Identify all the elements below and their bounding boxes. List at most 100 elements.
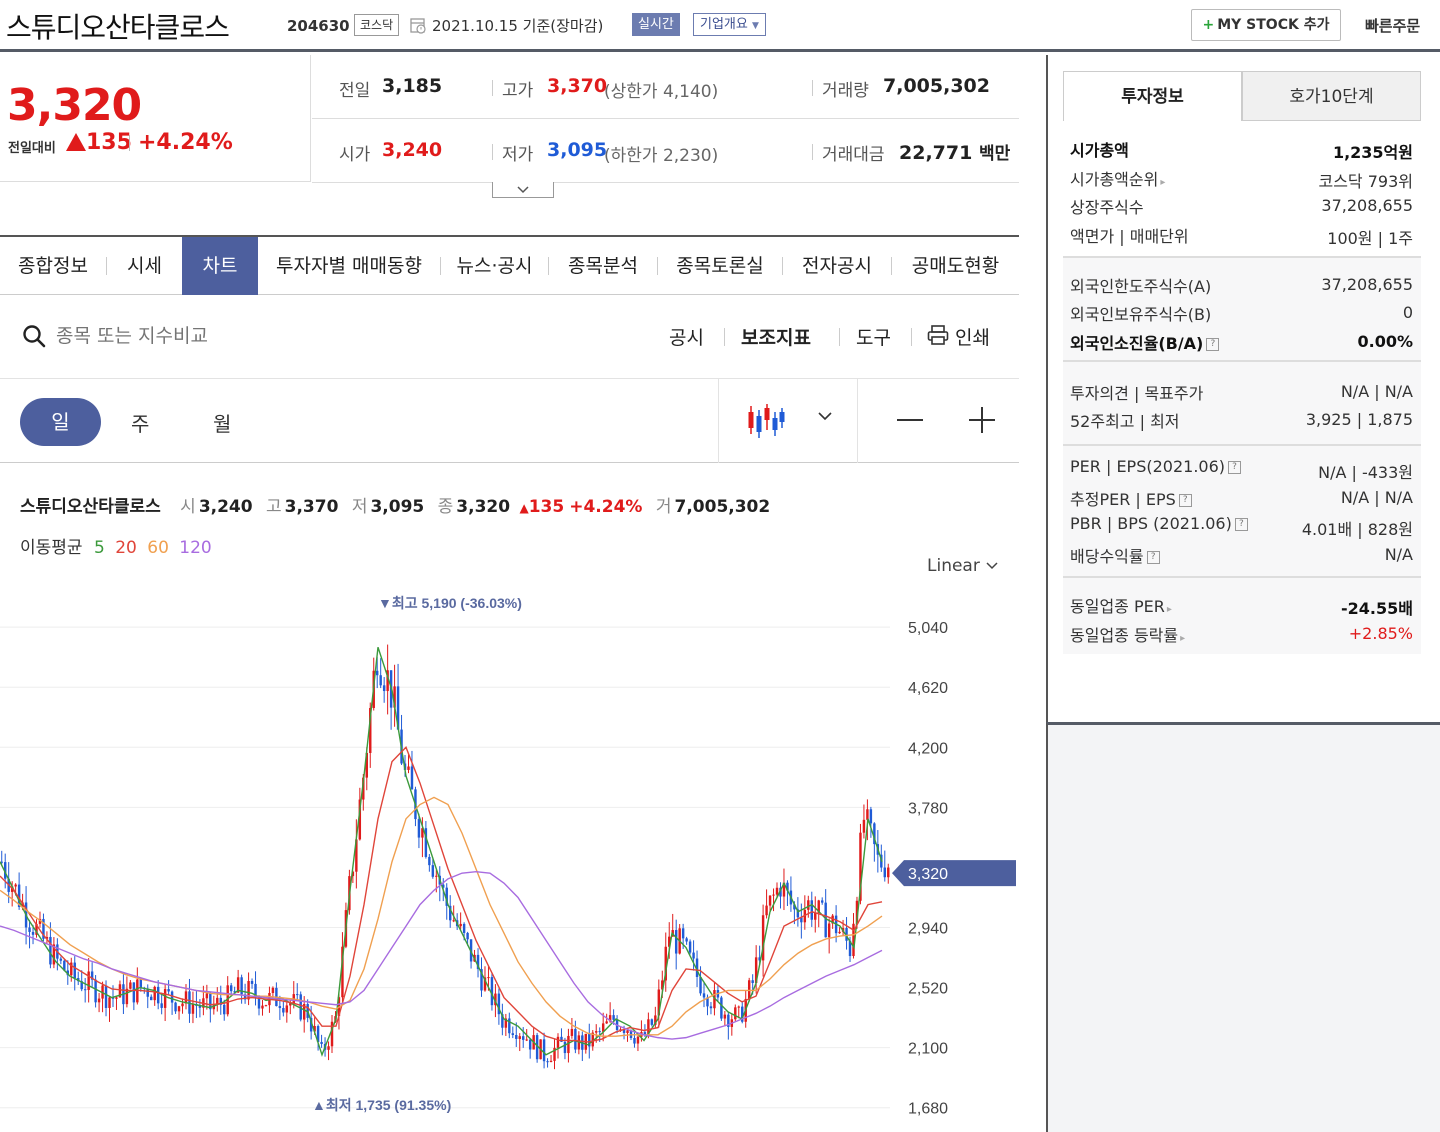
quick-order-link[interactable]: 빠른주문 bbox=[1365, 15, 1420, 36]
candle-body bbox=[167, 989, 170, 992]
chevron-down-icon bbox=[517, 186, 529, 194]
ma120-legend[interactable]: 120 bbox=[179, 538, 211, 558]
y-tick-label: 3,780 bbox=[908, 800, 948, 817]
base-date: 2021.10.15 기준(장마감) bbox=[432, 17, 604, 35]
tab-invest-info[interactable]: 투자정보 bbox=[1063, 71, 1242, 121]
zoom-in-icon[interactable] bbox=[969, 407, 995, 433]
candle-body bbox=[407, 766, 410, 770]
expand-button[interactable] bbox=[492, 182, 554, 198]
caret-down-icon: ▼ bbox=[751, 21, 759, 31]
divider bbox=[911, 328, 912, 346]
current-price: 3,320 bbox=[7, 80, 142, 131]
candle-body bbox=[737, 1006, 740, 1008]
high-annotation: ▼최고 5,190 (-36.03%) bbox=[378, 595, 522, 611]
market-cap-rank-row[interactable]: 시가총액순위 ▸ 코스닥 793위 bbox=[1070, 166, 1413, 191]
stock-name: 스튜디오산타클로스 bbox=[6, 11, 230, 44]
foreign-hold-label: 외국인보유주식수(B) bbox=[1070, 305, 1212, 324]
prev-close-value: 3,185 bbox=[382, 75, 443, 97]
indicators-button[interactable]: 보조지표 bbox=[741, 323, 811, 350]
zoom-out-icon[interactable] bbox=[897, 419, 923, 421]
scale-select[interactable]: Linear bbox=[927, 556, 980, 576]
candle-body bbox=[723, 1014, 727, 1019]
tab-overview[interactable]: 종합정보 bbox=[0, 237, 106, 295]
per-eps-row: PER | EPS(2021.06)? N/A | -433원 bbox=[1070, 457, 1413, 482]
candle-body bbox=[382, 685, 386, 692]
prev-close-label: 전일 bbox=[339, 81, 371, 101]
tab-quotes[interactable]: 시세 bbox=[107, 237, 182, 295]
divider bbox=[492, 80, 493, 96]
tab-short-selling[interactable]: 공매도현황 bbox=[892, 237, 1019, 295]
ma5-legend[interactable]: 5 bbox=[94, 538, 105, 558]
help-icon[interactable]: ? bbox=[1228, 461, 1241, 474]
change-label: 전일대비 bbox=[8, 141, 56, 156]
candle-body bbox=[431, 865, 435, 877]
candle-body bbox=[522, 1036, 525, 1040]
market-cap-label: 시가총액 bbox=[1070, 141, 1129, 160]
divider bbox=[812, 80, 813, 96]
low-label: 저 bbox=[351, 497, 368, 517]
chevron-down-icon[interactable] bbox=[985, 561, 999, 571]
high-value: 3,370 bbox=[284, 497, 339, 517]
candle-body bbox=[83, 989, 87, 991]
sector-change-row[interactable]: 동일업종 등락률 ▸ +2.85% bbox=[1070, 622, 1413, 646]
divider bbox=[312, 118, 1019, 119]
candle-body bbox=[626, 1030, 629, 1034]
period-week-button[interactable]: 주 bbox=[131, 408, 149, 437]
candle-body bbox=[518, 1036, 521, 1039]
y-tick-label: 2,940 bbox=[908, 921, 948, 938]
tab-chart[interactable]: 차트 bbox=[182, 237, 258, 295]
candlestick-icon[interactable] bbox=[747, 404, 785, 438]
stock-code: 204630 bbox=[287, 17, 350, 35]
corp-overview-button[interactable]: 기업개요 ▼ bbox=[693, 13, 766, 36]
est-per-value: N/A | N/A bbox=[1340, 488, 1413, 507]
help-icon[interactable]: ? bbox=[1234, 518, 1248, 531]
tab-disclosure[interactable]: 전자공시 bbox=[783, 237, 891, 295]
shares-value: 37,208,655 bbox=[1321, 196, 1413, 215]
candle-body bbox=[163, 989, 167, 1008]
sector-per-row[interactable]: 동일업종 PER ▸ -24.55배 bbox=[1070, 593, 1413, 618]
candle-body bbox=[156, 986, 160, 1004]
ma60-legend[interactable]: 60 bbox=[147, 538, 169, 558]
candle-body bbox=[768, 895, 772, 906]
shares-row: 상장주식수 37,208,655 bbox=[1070, 194, 1413, 218]
mystock-add-button[interactable]: + MY STOCK 추가 bbox=[1191, 9, 1341, 41]
tab-analysis[interactable]: 종목분석 bbox=[549, 237, 657, 295]
candle-body bbox=[184, 991, 188, 1004]
realtime-badge[interactable]: 실시간 bbox=[632, 13, 680, 36]
opinion-value: N/A | N/A bbox=[1340, 382, 1413, 401]
week52-row: 52주최고 | 최저 3,925 | 1,875 bbox=[1070, 408, 1413, 432]
chart-controls bbox=[0, 378, 1019, 463]
help-icon[interactable]: ? bbox=[1146, 551, 1160, 564]
candle-body bbox=[883, 867, 887, 878]
candle-body bbox=[775, 887, 779, 895]
high-label: 고가 bbox=[502, 81, 534, 101]
divider bbox=[718, 379, 719, 463]
help-icon[interactable]: ? bbox=[1206, 338, 1220, 351]
candle-body bbox=[681, 928, 685, 939]
ma20-legend[interactable]: 20 bbox=[115, 538, 137, 558]
candle-body bbox=[153, 986, 156, 1001]
market-cap-value: 1,235억원 bbox=[1332, 143, 1413, 162]
printer-icon[interactable] bbox=[927, 324, 949, 346]
chevron-down-icon[interactable] bbox=[816, 409, 834, 423]
print-button[interactable]: 인쇄 bbox=[955, 323, 990, 350]
search-input[interactable] bbox=[56, 322, 356, 350]
candle-body bbox=[556, 1036, 560, 1048]
tools-button[interactable]: 도구 bbox=[856, 323, 891, 350]
price-chart[interactable]: 1,680 2,100 2,520 2,940 3,780 4,200 4,620 5,040… bbox=[0, 580, 1019, 1132]
candle-body bbox=[734, 1007, 737, 1020]
search-icon[interactable] bbox=[22, 324, 46, 348]
disclosure-button[interactable]: 공시 bbox=[669, 323, 704, 350]
tab-news[interactable]: 뉴스·공시 bbox=[441, 237, 548, 295]
candle-body bbox=[278, 1006, 282, 1009]
period-month-button[interactable]: 월 bbox=[213, 408, 231, 437]
tab-orderbook[interactable]: 호가10단계 bbox=[1242, 71, 1421, 121]
period-day-button[interactable]: 일 bbox=[20, 398, 101, 446]
calendar-icon bbox=[410, 18, 426, 34]
tab-investor-trend[interactable]: 투자자별 매매동향 bbox=[258, 237, 440, 295]
help-icon[interactable]: ? bbox=[1178, 494, 1192, 507]
up-triangle-icon: ▲ bbox=[519, 501, 529, 515]
tab-discussion[interactable]: 종목토론실 bbox=[658, 237, 782, 295]
divider bbox=[492, 144, 493, 160]
divider bbox=[839, 328, 840, 346]
